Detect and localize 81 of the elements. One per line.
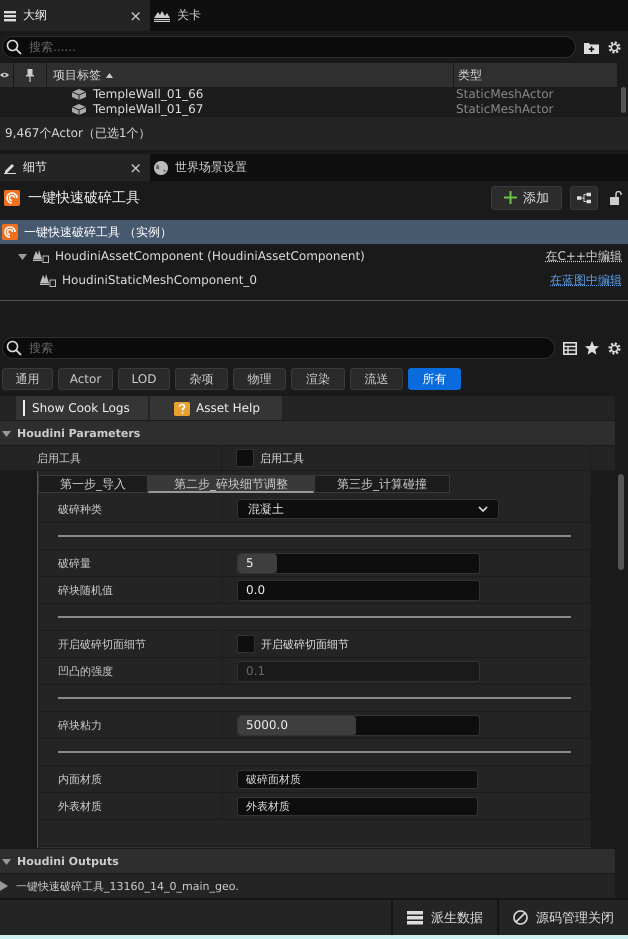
search-field[interactable]: 搜索: [2, 337, 555, 359]
number-slider[interactable]: 0.0: [237, 580, 480, 600]
action-button[interactable]: Show Cook Logs: [16, 396, 148, 420]
close-icon[interactable]: ×: [129, 6, 142, 24]
houdini-icon: [2, 224, 18, 240]
action-button[interactable]: Asset Help: [150, 396, 282, 420]
star-icon[interactable]: [585, 341, 599, 355]
parameter-label: 内面材质: [38, 766, 223, 792]
pin-icon: [26, 68, 34, 82]
parameter-label: 破碎种类: [38, 496, 223, 522]
checkbox-label[interactable]: 开启破碎切面细节: [261, 636, 349, 652]
help-box-icon: [174, 400, 190, 416]
list-icon: [4, 10, 16, 22]
filter-tab[interactable]: LOD: [118, 368, 170, 390]
checkbox[interactable]: [237, 635, 255, 653]
component-row[interactable]: 一键快速破碎工具 （实例）: [0, 220, 628, 244]
sort-ascending-icon: [106, 72, 113, 78]
add-button[interactable]: 添加: [491, 186, 562, 210]
component-row[interactable]: HoudiniStaticMeshComponent_0 在蓝图中编辑: [0, 268, 628, 292]
edit-link[interactable]: 在C++中编辑: [546, 248, 622, 264]
hierarchy-icon: [577, 192, 591, 204]
number-slider[interactable]: 5: [237, 552, 480, 574]
globe-icon: [154, 160, 168, 174]
houdini-icon: [4, 190, 20, 206]
settings-icon[interactable]: [607, 40, 622, 54]
scrollbar-thumb[interactable]: [618, 474, 624, 570]
step-tab[interactable]: 第一步_导入: [38, 474, 148, 492]
filter-tab[interactable]: 杂项: [175, 368, 228, 390]
edit-link[interactable]: 在蓝图中编辑: [550, 272, 622, 288]
component-icon: [33, 249, 49, 263]
section-header[interactable]: Houdini Parameters: [0, 420, 615, 446]
plus-icon: [504, 191, 517, 204]
prohibited-icon: [513, 910, 528, 925]
filter-tab[interactable]: 所有: [408, 368, 461, 390]
text-field[interactable]: 破碎面材质: [237, 770, 478, 788]
checkbox[interactable]: [236, 449, 254, 467]
settings-icon[interactable]: [607, 340, 622, 356]
filter-tab[interactable]: Actor: [58, 368, 113, 390]
step-tab[interactable]: 第二步_碎块细节调整: [148, 474, 314, 492]
parameter-label: 启用工具: [0, 446, 222, 470]
component-row[interactable]: HoudiniAssetComponent (HoudiniAssetComponent) 在C++中编辑: [0, 244, 628, 268]
actor-title: 一键快速破碎工具: [28, 188, 141, 206]
output-name: 一键快速破碎工具_13160_14_0_main_geo.: [16, 878, 239, 894]
unlocked-lock-icon[interactable]: [610, 190, 622, 204]
actor-name[interactable]: TempleWall_01_67: [93, 102, 204, 117]
number-slider[interactable]: 5000.0: [237, 714, 480, 736]
step-tab[interactable]: 第三步_计算碰撞: [314, 474, 450, 492]
parameter-label: 碎块粘力: [38, 712, 223, 738]
expand-arrow-icon[interactable]: [18, 252, 27, 260]
filter-tab[interactable]: 物理: [233, 368, 286, 390]
hierarchy-button[interactable]: [570, 186, 598, 210]
add-folder-icon[interactable]: [584, 40, 599, 54]
panel-tab[interactable]: 大纲 ×: [0, 0, 150, 31]
scrollbar-thumb[interactable]: [621, 87, 626, 113]
table-icon[interactable]: [563, 342, 577, 354]
parameter-label: 开启破碎切面细节: [38, 631, 223, 657]
section-header[interactable]: Houdini Outputs: [0, 848, 615, 874]
mountains-icon: [154, 10, 170, 22]
dropdown[interactable]: 混凝土: [237, 499, 499, 519]
component-icon: [40, 273, 56, 287]
actor-count: 9,467个Actor（已选1个）: [5, 125, 151, 142]
parameter-label: 破碎量: [38, 550, 223, 576]
pencil-icon: [4, 162, 16, 174]
expand-arrow-icon[interactable]: [0, 881, 8, 891]
checkbox-label[interactable]: 启用工具: [260, 450, 304, 466]
chevron-down-icon: [478, 506, 488, 512]
filter-tab[interactable]: 渲染: [291, 368, 345, 390]
server-icon: [407, 910, 423, 924]
close-icon[interactable]: ×: [129, 158, 142, 176]
actor-name[interactable]: TempleWall_01_66: [93, 87, 204, 102]
parameter-label: 碎块随机值: [38, 577, 223, 603]
parameter-label: 外表材质: [38, 793, 223, 819]
filter-tab[interactable]: 通用: [2, 368, 53, 390]
filter-tab[interactable]: 流送: [350, 368, 403, 390]
panel-tab[interactable]: 细节 ×: [0, 154, 150, 181]
actor-type: StaticMeshActor: [456, 102, 554, 117]
search-field[interactable]: 搜索......: [2, 36, 576, 58]
parameter-label: 凹凸的强度: [38, 658, 223, 684]
log-icon: [22, 400, 26, 416]
text-field[interactable]: 外表材质: [237, 796, 478, 816]
actor-type: StaticMeshActor: [456, 87, 554, 102]
